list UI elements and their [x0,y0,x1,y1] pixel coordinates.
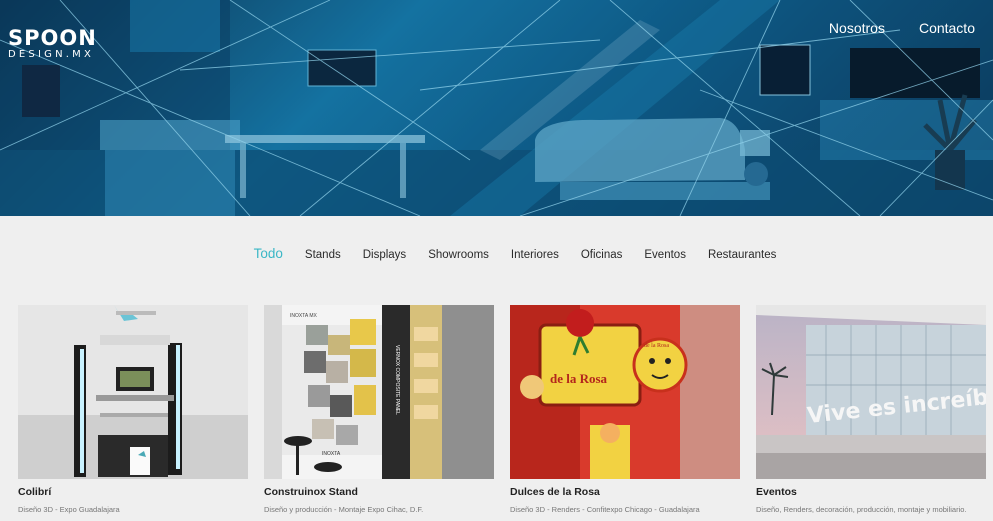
nav-link-contacto[interactable]: Contacto [919,19,975,37]
project-card[interactable]: de la Rosa de la Rosa Dulces de la Rosa … [510,305,740,515]
filter-displays[interactable]: Displays [352,247,417,263]
project-grid: Colibrí Diseño 3D - Expo Guadalajara INO… [18,305,986,515]
project-subtitle: Diseño 3D - Expo Guadalajara [18,505,120,514]
thumb-mascot-label: de la Rosa [644,343,669,349]
logo-wordmark: SPOON [8,26,97,50]
project-title[interactable]: Eventos [756,486,986,499]
project-subtitle: Diseño, Renders, decoración, producción,… [756,505,967,514]
project-subtitle: Diseño 3D - Renders - Confitexpo Chicago… [510,505,700,514]
top-nav: Nosotros Contacto [829,19,975,37]
thumb-sign-inoxta: INOXTA MX [290,313,318,319]
filter-restaurantes[interactable]: Restaurantes [697,247,787,263]
nav-link-nosotros[interactable]: Nosotros [829,19,885,37]
project-thumbnail-colibri[interactable] [18,305,248,479]
hero-banner: SPOON DESIGN.MX Nosotros Contacto [0,0,993,216]
filter-showrooms[interactable]: Showrooms [417,247,500,263]
filter-todo[interactable]: Todo [254,246,294,263]
project-card[interactable]: Vive es increíble Eventos Diseño, Render… [756,305,986,515]
project-thumbnail-dulces-rosa[interactable]: de la Rosa de la Rosa [510,305,740,479]
project-thumbnail-eventos[interactable]: Vive es increíble [756,305,986,479]
thumb-sign-vernox: VERNOX COMPOSITE PANEL [394,345,400,415]
project-title[interactable]: Dulces de la Rosa [510,486,740,499]
logo-tagline: DESIGN.MX [8,49,95,60]
category-filter-bar: Todo Stands Displays Showrooms Interiore… [0,246,993,263]
project-thumbnail-construinox[interactable]: INOXTA MX VERNOX COMPOSITE PANEL INOXTA [264,305,494,479]
filter-oficinas[interactable]: Oficinas [570,247,634,263]
project-card[interactable]: Colibrí Diseño 3D - Expo Guadalajara [18,305,248,515]
filter-interiores[interactable]: Interiores [500,247,570,263]
project-card[interactable]: INOXTA MX VERNOX COMPOSITE PANEL INOXTA … [264,305,494,515]
project-subtitle: Diseño y producción - Montaje Expo Cihac… [264,505,424,514]
project-title[interactable]: Construinox Stand [264,486,494,499]
project-title[interactable]: Colibrí [18,486,248,499]
site-logo[interactable]: SPOON DESIGN.MX [8,28,97,61]
thumb-sign-brand: INOXTA [322,451,341,457]
filter-stands[interactable]: Stands [294,247,352,263]
filter-eventos[interactable]: Eventos [633,247,697,263]
thumb-sign-rosa: de la Rosa [550,371,608,386]
